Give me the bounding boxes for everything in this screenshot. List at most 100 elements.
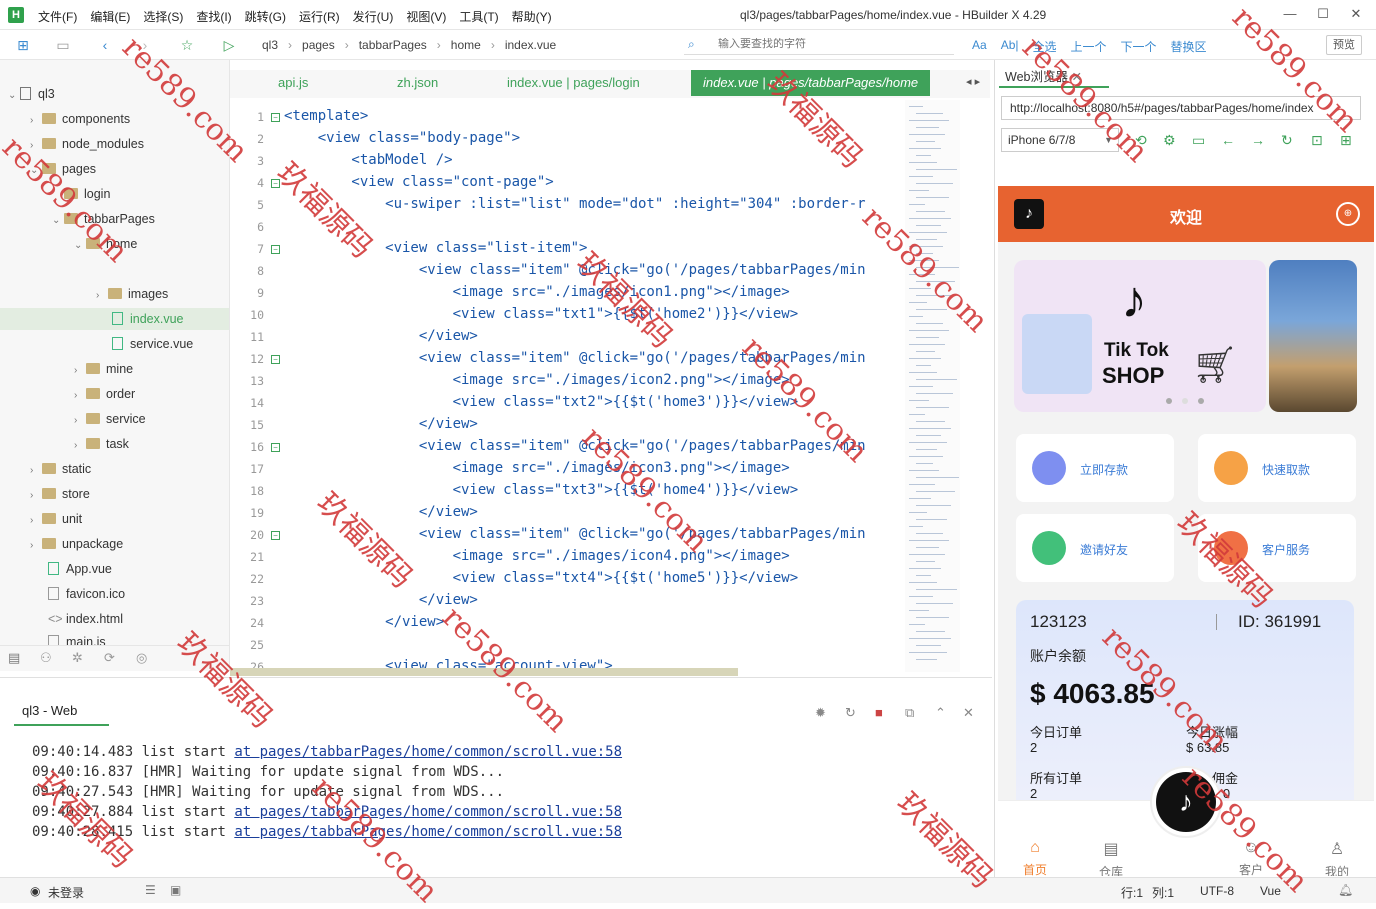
collapse-icon[interactable]: ⌃ [935, 705, 946, 721]
code-line[interactable]: <view class="txt1">{{$t('home2')}}</view… [284, 306, 799, 322]
code-line[interactable]: <view class="item" @click="go('/pages/ta… [284, 350, 866, 366]
log-source-link[interactable]: at pages/tabbarPages/home/common/scroll.… [234, 824, 622, 840]
tree-item-index-vue[interactable]: index.vue [0, 308, 229, 330]
tree-item-components[interactable]: › components [30, 108, 130, 130]
tree-item-node-modules[interactable]: › node_modules [30, 133, 144, 155]
tree-item-favicon[interactable]: favicon.ico [48, 583, 125, 605]
tree-item-ql3[interactable]: ⌄ ql3 [8, 83, 55, 105]
console-tab[interactable]: ql3 - Web [22, 703, 77, 718]
code-line[interactable]: <view class="body-page"> [284, 130, 520, 146]
menu-view[interactable]: 视图(V) [406, 8, 446, 25]
tab-customers[interactable]: ☺ 客户 [1226, 839, 1276, 876]
console-icon[interactable]: ▭ [1192, 132, 1205, 149]
tree-item-mine[interactable]: › mine [74, 358, 133, 380]
tree-item-home[interactable]: ⌄ home [74, 233, 137, 255]
tree-item-pages[interactable]: ⌄ pages [30, 158, 96, 180]
qr-code-icon[interactable]: ⊞ [1340, 132, 1352, 149]
tree-item-static[interactable]: › static [30, 458, 91, 480]
tab-api-js[interactable]: api.js [278, 70, 308, 96]
code-line[interactable]: <view class="item" @click="go('/pages/ta… [284, 262, 866, 278]
tree-item-service[interactable]: › service [74, 408, 146, 430]
tree-item-unit[interactable]: › unit [30, 508, 82, 530]
minimize-icon[interactable]: — [1280, 6, 1300, 24]
encoding-indicator[interactable]: UTF-8 [1200, 884, 1234, 898]
select-all-button[interactable]: 全选 [1032, 38, 1056, 55]
tab-scroll-arrows-icon[interactable]: ◂ ▸ [966, 75, 980, 88]
tree-item-images[interactable]: › images [96, 283, 168, 305]
menu-edit[interactable]: 编辑(E) [90, 8, 130, 25]
breadcrumb-item[interactable]: ql3 [262, 38, 278, 52]
bookmark-icon[interactable]: ☆ [178, 36, 196, 54]
lock-icon[interactable]: ⊡ [1311, 132, 1323, 149]
whole-word-toggle[interactable]: Ab| [1001, 38, 1019, 55]
menu-publish[interactable]: 发行(U) [353, 8, 394, 25]
forward-arrow-icon[interactable]: → [1251, 132, 1265, 148]
language-globe-icon[interactable]: ⊕ [1336, 202, 1360, 226]
fold-toggle-icon[interactable]: − [271, 443, 280, 452]
breadcrumb-item[interactable]: index.vue [505, 38, 556, 52]
url-input[interactable]: http://localhost:8080/h5#/pages/tabbarPa… [1001, 96, 1361, 120]
source-control-icon[interactable]: ⟳ [104, 650, 115, 666]
code-line[interactable]: </view> [284, 504, 478, 520]
banner-slide[interactable]: ♪ Tik Tok SHOP 🛒︎ [1014, 260, 1266, 412]
tab-login-index-vue[interactable]: index.vue | pages/login [507, 70, 640, 96]
banner-slide-next[interactable] [1269, 260, 1357, 412]
code-line[interactable]: <view class="txt4">{{$t('home5')}}</view… [284, 570, 799, 586]
project-icon[interactable]: ▤ [8, 650, 20, 666]
code-line[interactable]: <image src="./images/icon2.png"></image> [284, 372, 790, 388]
log-source-link[interactable]: at pages/tabbarPages/home/common/scroll.… [234, 804, 622, 820]
rotate-icon[interactable]: ⟲ [1135, 132, 1147, 149]
invite-card[interactable]: 邀请好友 [1016, 514, 1174, 582]
maximize-icon[interactable]: ☐ [1313, 6, 1333, 24]
menu-tools[interactable]: 工具(T) [459, 8, 498, 25]
bug-icon[interactable]: ✹ [815, 705, 826, 721]
settings-gear-icon[interactable]: ⚙ [1163, 132, 1176, 149]
preview-button[interactable]: 预览 [1326, 35, 1362, 55]
code-line[interactable]: <template> [284, 108, 368, 124]
open-external-icon[interactable]: ⧉ [905, 705, 914, 721]
minimap[interactable] [905, 100, 960, 672]
carousel-dot[interactable] [1166, 398, 1172, 404]
tree-item-order[interactable]: › order [74, 383, 135, 405]
code-line[interactable]: </view> [284, 416, 478, 432]
list-icon[interactable]: ☰ [145, 883, 156, 897]
code-line[interactable]: <view class="item" @click="go('/pages/ta… [284, 438, 866, 454]
back-icon[interactable]: ‹ [96, 36, 114, 54]
withdraw-card[interactable]: 快速取款 [1198, 434, 1356, 502]
customer-service-card[interactable]: 客户服务 [1198, 514, 1356, 582]
code-line[interactable]: <tabModel /> [284, 152, 452, 168]
menu-help[interactable]: 帮助(Y) [512, 8, 552, 25]
code-line[interactable]: <image src="./images/icon4.png"></image> [284, 548, 790, 564]
editor-horizontal-scrollbar[interactable] [230, 668, 738, 676]
code-line[interactable]: </view> [284, 328, 478, 344]
replace-toggle[interactable]: 替换区 [1171, 38, 1207, 55]
match-case-toggle[interactable]: Aa [972, 38, 987, 55]
reload-icon[interactable]: ↻ [1281, 132, 1293, 149]
menu-select[interactable]: 选择(S) [143, 8, 183, 25]
tree-item-store[interactable]: › store [30, 483, 90, 505]
run-icon[interactable]: ▷ [220, 36, 238, 54]
tree-item-login[interactable]: login [52, 183, 110, 205]
tree-item-service-vue[interactable]: service.vue [112, 333, 193, 355]
code-line[interactable]: </view> [284, 592, 478, 608]
tab-mine[interactable]: ♙ 我的 [1312, 839, 1362, 876]
prev-match-button[interactable]: 上一个 [1071, 38, 1107, 55]
tree-item-app-vue[interactable]: App.vue [48, 558, 112, 580]
menu-find[interactable]: 查找(I) [196, 8, 231, 25]
tab-warehouse[interactable]: ▤ 仓库 [1086, 839, 1136, 876]
code-line[interactable]: <image src="./images/icon1.png"></image> [284, 284, 790, 300]
tree-item-index-html[interactable]: <> index.html [48, 608, 123, 630]
breadcrumb-item[interactable]: pages [302, 38, 335, 52]
next-match-button[interactable]: 下一个 [1121, 38, 1157, 55]
palette-icon[interactable]: ◎ [136, 650, 147, 666]
stop-icon[interactable]: ■ [875, 705, 883, 720]
menu-goto[interactable]: 跳转(G) [245, 8, 286, 25]
notification-bell-icon[interactable]: 🔔︎ [1338, 883, 1353, 897]
new-file-icon[interactable]: ⊞ [14, 36, 32, 54]
tree-item-task[interactable]: › task [74, 433, 129, 455]
close-icon[interactable]: ✕ [1346, 6, 1366, 24]
refresh-icon[interactable]: ↻ [845, 705, 856, 721]
menu-file[interactable]: 文件(F) [38, 8, 77, 25]
terminal-icon[interactable]: ▣ [170, 883, 181, 897]
debug-icon[interactable]: ✲ [72, 650, 83, 666]
